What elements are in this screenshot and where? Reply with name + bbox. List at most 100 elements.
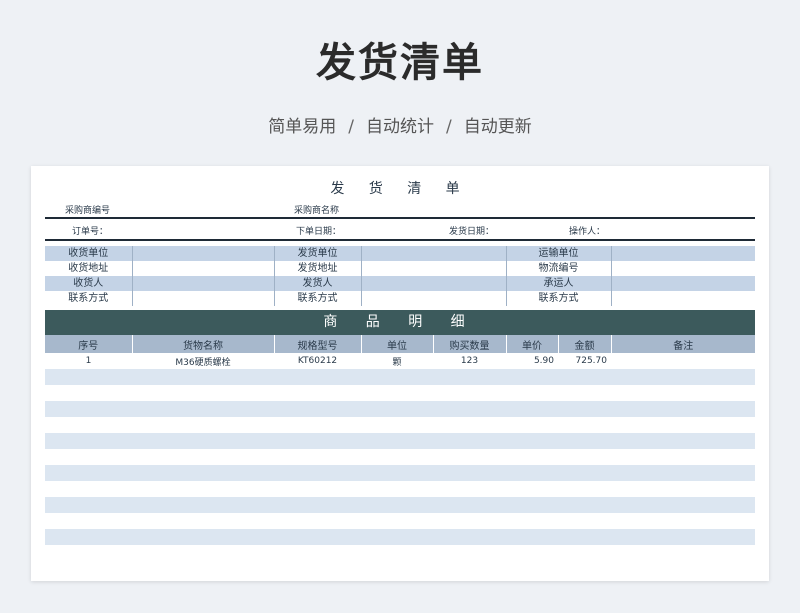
cell-unit[interactable]	[361, 529, 433, 545]
cell-amount[interactable]	[558, 385, 611, 401]
cell-spec[interactable]	[274, 417, 361, 433]
cell-index[interactable]	[45, 481, 132, 497]
cell-amount[interactable]	[558, 433, 611, 449]
cell-remark[interactable]	[611, 465, 755, 481]
cell-goods-name[interactable]	[132, 401, 274, 417]
cell-unit[interactable]	[361, 417, 433, 433]
cell-unit-price[interactable]	[506, 401, 558, 417]
receiver-address-value[interactable]	[132, 261, 275, 276]
cell-spec[interactable]	[274, 513, 361, 529]
cell-goods-name[interactable]	[132, 449, 274, 465]
cell-quantity[interactable]	[433, 417, 506, 433]
cell-unit[interactable]	[361, 545, 433, 561]
cell-unit-price[interactable]	[506, 465, 558, 481]
cell-spec[interactable]	[274, 465, 361, 481]
sender-address-value[interactable]	[361, 261, 507, 276]
cell-spec[interactable]	[274, 401, 361, 417]
receiver-person-value[interactable]	[132, 276, 275, 291]
cell-remark[interactable]	[611, 545, 755, 561]
carrier-unit-value[interactable]	[611, 246, 755, 261]
cell-unit-price[interactable]	[506, 385, 558, 401]
cell-index[interactable]	[45, 417, 132, 433]
cell-unit-price[interactable]	[506, 497, 558, 513]
cell-amount[interactable]	[558, 497, 611, 513]
cell-remark[interactable]	[611, 401, 755, 417]
cell-index[interactable]	[45, 465, 132, 481]
cell-unit[interactable]: 颗	[361, 353, 433, 369]
cell-quantity[interactable]: 123	[433, 353, 506, 369]
cell-unit-price[interactable]: 5.90	[506, 353, 558, 369]
cell-spec[interactable]	[274, 433, 361, 449]
cell-spec[interactable]	[274, 481, 361, 497]
cell-amount[interactable]	[558, 449, 611, 465]
sender-person-value[interactable]	[361, 276, 507, 291]
cell-unit[interactable]	[361, 497, 433, 513]
cell-goods-name[interactable]	[132, 481, 274, 497]
cell-index[interactable]: 1	[45, 353, 132, 369]
cell-spec[interactable]	[274, 545, 361, 561]
receiver-unit-value[interactable]	[132, 246, 275, 261]
cell-index[interactable]	[45, 433, 132, 449]
cell-spec[interactable]	[274, 385, 361, 401]
cell-quantity[interactable]	[433, 513, 506, 529]
cell-remark[interactable]	[611, 481, 755, 497]
cell-goods-name[interactable]	[132, 513, 274, 529]
cell-goods-name[interactable]	[132, 369, 274, 385]
cell-unit-price[interactable]	[506, 529, 558, 545]
cell-goods-name[interactable]	[132, 497, 274, 513]
cell-index[interactable]	[45, 513, 132, 529]
cell-remark[interactable]	[611, 449, 755, 465]
cell-spec[interactable]	[274, 369, 361, 385]
cell-amount[interactable]	[558, 481, 611, 497]
cell-spec[interactable]	[274, 529, 361, 545]
cell-unit[interactable]	[361, 481, 433, 497]
cell-amount[interactable]	[558, 417, 611, 433]
cell-unit[interactable]	[361, 401, 433, 417]
cell-index[interactable]	[45, 369, 132, 385]
cell-goods-name[interactable]	[132, 385, 274, 401]
cell-remark[interactable]	[611, 417, 755, 433]
cell-unit-price[interactable]	[506, 417, 558, 433]
cell-goods-name[interactable]	[132, 545, 274, 561]
carrier-contact-value[interactable]	[611, 291, 755, 306]
cell-goods-name[interactable]: M36硬质螺栓	[132, 353, 274, 369]
cell-quantity[interactable]	[433, 433, 506, 449]
cell-index[interactable]	[45, 449, 132, 465]
cell-remark[interactable]	[611, 369, 755, 385]
cell-amount[interactable]	[558, 369, 611, 385]
cell-spec[interactable]: KT60212	[274, 353, 361, 369]
cell-unit[interactable]	[361, 433, 433, 449]
cell-unit-price[interactable]	[506, 481, 558, 497]
cell-spec[interactable]	[274, 449, 361, 465]
cell-unit[interactable]	[361, 449, 433, 465]
sender-unit-value[interactable]	[361, 246, 507, 261]
cell-quantity[interactable]	[433, 465, 506, 481]
cell-index[interactable]	[45, 401, 132, 417]
cell-quantity[interactable]	[433, 401, 506, 417]
cell-index[interactable]	[45, 385, 132, 401]
cell-unit[interactable]	[361, 513, 433, 529]
cell-amount[interactable]	[558, 513, 611, 529]
cell-unit-price[interactable]	[506, 369, 558, 385]
cell-quantity[interactable]	[433, 385, 506, 401]
cell-quantity[interactable]	[433, 449, 506, 465]
cell-index[interactable]	[45, 529, 132, 545]
cell-amount[interactable]	[558, 465, 611, 481]
cell-amount[interactable]: 725.70	[558, 353, 611, 369]
cell-unit-price[interactable]	[506, 545, 558, 561]
cell-index[interactable]	[45, 545, 132, 561]
cell-unit-price[interactable]	[506, 433, 558, 449]
cell-goods-name[interactable]	[132, 433, 274, 449]
cell-quantity[interactable]	[433, 529, 506, 545]
cell-remark[interactable]	[611, 353, 755, 369]
cell-remark[interactable]	[611, 385, 755, 401]
cell-amount[interactable]	[558, 529, 611, 545]
cell-unit[interactable]	[361, 465, 433, 481]
cell-goods-name[interactable]	[132, 465, 274, 481]
cell-quantity[interactable]	[433, 497, 506, 513]
cell-quantity[interactable]	[433, 369, 506, 385]
cell-unit-price[interactable]	[506, 449, 558, 465]
cell-spec[interactable]	[274, 497, 361, 513]
cell-remark[interactable]	[611, 513, 755, 529]
cell-quantity[interactable]	[433, 545, 506, 561]
